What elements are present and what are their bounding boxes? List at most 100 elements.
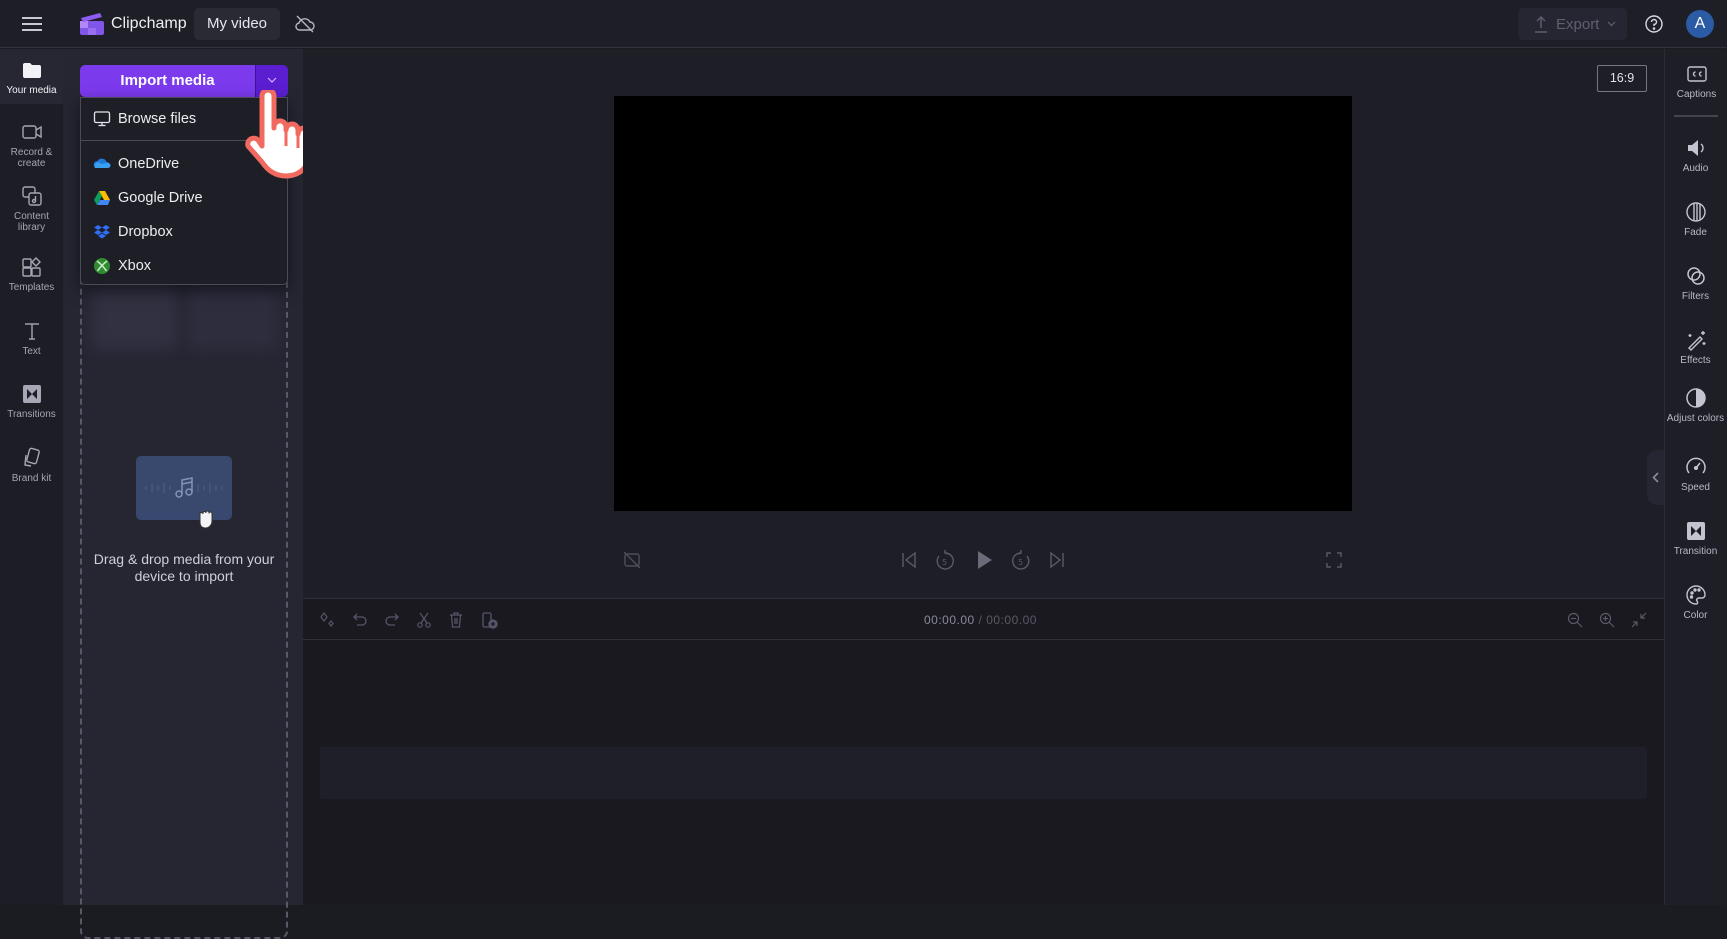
music-note-icon xyxy=(175,477,193,498)
menu-item-google-drive[interactable]: Google Drive xyxy=(81,182,287,214)
chevron-left-icon xyxy=(1652,472,1659,483)
help-icon[interactable] xyxy=(1644,14,1664,34)
sidebar-label: Text xyxy=(22,346,41,357)
property-label: Speed xyxy=(1681,482,1710,493)
property-effects[interactable]: Effects xyxy=(1664,329,1727,366)
property-adjust-colors[interactable]: Adjust colors xyxy=(1664,387,1727,424)
svg-text:5: 5 xyxy=(942,558,947,567)
current-time: 00:00.00 xyxy=(924,613,975,627)
menu-item-label: Dropbox xyxy=(118,224,173,240)
import-options-button[interactable] xyxy=(255,65,288,97)
total-time: 00:00.00 xyxy=(986,613,1037,627)
fit-timeline-icon[interactable] xyxy=(1630,611,1648,629)
dropbox-icon xyxy=(94,225,110,239)
zoom-in-icon[interactable] xyxy=(1598,611,1616,629)
speedometer-icon xyxy=(1685,456,1707,478)
export-label: Export xyxy=(1556,15,1600,33)
contrast-icon xyxy=(1685,387,1707,409)
property-transition[interactable]: Transition xyxy=(1664,520,1727,557)
transitions-icon xyxy=(21,383,43,405)
menu-item-label: Browse files xyxy=(118,111,197,127)
transition-icon xyxy=(1685,520,1707,542)
timeline-track[interactable] xyxy=(320,747,1647,799)
property-label: Effects xyxy=(1680,355,1711,366)
fullscreen-icon[interactable] xyxy=(1323,549,1345,571)
magic-edit-icon[interactable] xyxy=(318,611,336,629)
redo-icon[interactable] xyxy=(383,611,401,629)
onedrive-icon xyxy=(93,158,111,168)
property-captions[interactable]: Captions xyxy=(1665,63,1727,100)
monitor-icon xyxy=(93,111,111,127)
export-button[interactable]: Export xyxy=(1518,8,1627,40)
sidebar-label: Record & create xyxy=(10,147,53,169)
split-scissors-icon[interactable] xyxy=(415,611,433,629)
templates-icon xyxy=(21,256,43,278)
chevron-down-icon xyxy=(1607,21,1616,27)
sidebar-item-text[interactable]: Text xyxy=(0,320,63,357)
property-audio[interactable]: Audio xyxy=(1664,137,1727,174)
fade-icon xyxy=(1685,201,1707,223)
sidebar-item-brand-kit[interactable]: Brand kit xyxy=(0,447,63,484)
avatar[interactable]: A xyxy=(1686,10,1714,38)
filters-icon xyxy=(1685,265,1707,287)
folder-icon xyxy=(21,59,43,81)
collapse-right-panel-button[interactable] xyxy=(1647,450,1664,505)
property-filters[interactable]: Filters xyxy=(1664,265,1727,302)
menu-item-xbox[interactable]: Xbox xyxy=(81,250,287,282)
video-camera-icon xyxy=(21,121,43,143)
property-label: Color xyxy=(1683,610,1708,621)
upload-icon xyxy=(1535,16,1547,33)
forward-5s-icon[interactable]: 5 xyxy=(1010,549,1032,571)
menu-item-browse-files[interactable]: Browse files xyxy=(81,103,287,135)
add-to-timeline-icon[interactable] xyxy=(480,611,498,629)
zoom-out-icon[interactable] xyxy=(1566,611,1584,629)
menu-item-onedrive[interactable]: OneDrive xyxy=(81,148,287,180)
sidebar-label: Your media xyxy=(6,85,57,96)
top-bar: Clipchamp My video Export A xyxy=(0,0,1727,48)
play-button[interactable] xyxy=(973,549,995,571)
content-library-icon xyxy=(21,185,43,207)
cloud-off-icon[interactable] xyxy=(294,13,316,35)
xbox-icon xyxy=(94,258,110,274)
palette-icon xyxy=(1685,584,1707,606)
menu-item-label: Google Drive xyxy=(118,190,203,206)
sidebar-item-transitions[interactable]: Transitions xyxy=(0,383,63,420)
magic-wand-icon xyxy=(1685,329,1707,351)
menu-item-label: Xbox xyxy=(118,258,152,274)
drop-instructions: Drag & drop media from your device to im… xyxy=(93,551,275,584)
project-title[interactable]: My video xyxy=(194,8,280,40)
aspect-ratio-button[interactable]: 16:9 xyxy=(1597,65,1647,92)
sidebar-item-templates[interactable]: Templates xyxy=(0,256,63,293)
grab-hand-icon xyxy=(199,510,213,529)
menu-divider xyxy=(81,140,287,141)
property-color[interactable]: Color xyxy=(1664,584,1727,621)
sidebar-item-record-create[interactable]: Record & create xyxy=(0,121,63,169)
video-preview-canvas[interactable] xyxy=(614,96,1352,511)
import-media-button[interactable]: Import media xyxy=(80,65,255,97)
property-label: Audio xyxy=(1682,163,1709,174)
skip-to-start-icon[interactable] xyxy=(898,549,920,571)
property-label: Adjust colors xyxy=(1666,413,1725,424)
property-speed[interactable]: Speed xyxy=(1664,456,1727,493)
property-label: Filters xyxy=(1681,291,1710,302)
right-rail-divider xyxy=(1674,115,1718,117)
undo-icon[interactable] xyxy=(351,611,369,629)
menu-item-dropbox[interactable]: Dropbox xyxy=(81,216,287,248)
property-fade[interactable]: Fade xyxy=(1664,201,1727,238)
sidebar-item-your-media[interactable]: Your media xyxy=(0,49,63,104)
sidebar-item-content-library[interactable]: Content library xyxy=(0,185,63,233)
rewind-5s-icon[interactable]: 5 xyxy=(934,549,956,571)
clipchamp-logo-icon xyxy=(79,12,105,36)
left-rail: Your media Record & create Content libra… xyxy=(0,49,63,905)
brand-kit-icon xyxy=(21,447,43,469)
delete-icon[interactable] xyxy=(447,611,465,629)
timecode: 00:00.00 / 00:00.00 xyxy=(924,613,1037,627)
google-drive-icon xyxy=(94,191,110,205)
chevron-down-icon xyxy=(267,77,277,83)
import-dropdown-menu: Browse files OneDrive Google Drive Dropb… xyxy=(80,97,288,285)
menu-icon[interactable] xyxy=(18,12,46,36)
sidebar-label: Brand kit xyxy=(11,473,52,484)
hide-preview-icon[interactable] xyxy=(621,549,643,571)
skip-to-end-icon[interactable] xyxy=(1046,549,1068,571)
time-separator: / xyxy=(974,613,987,627)
